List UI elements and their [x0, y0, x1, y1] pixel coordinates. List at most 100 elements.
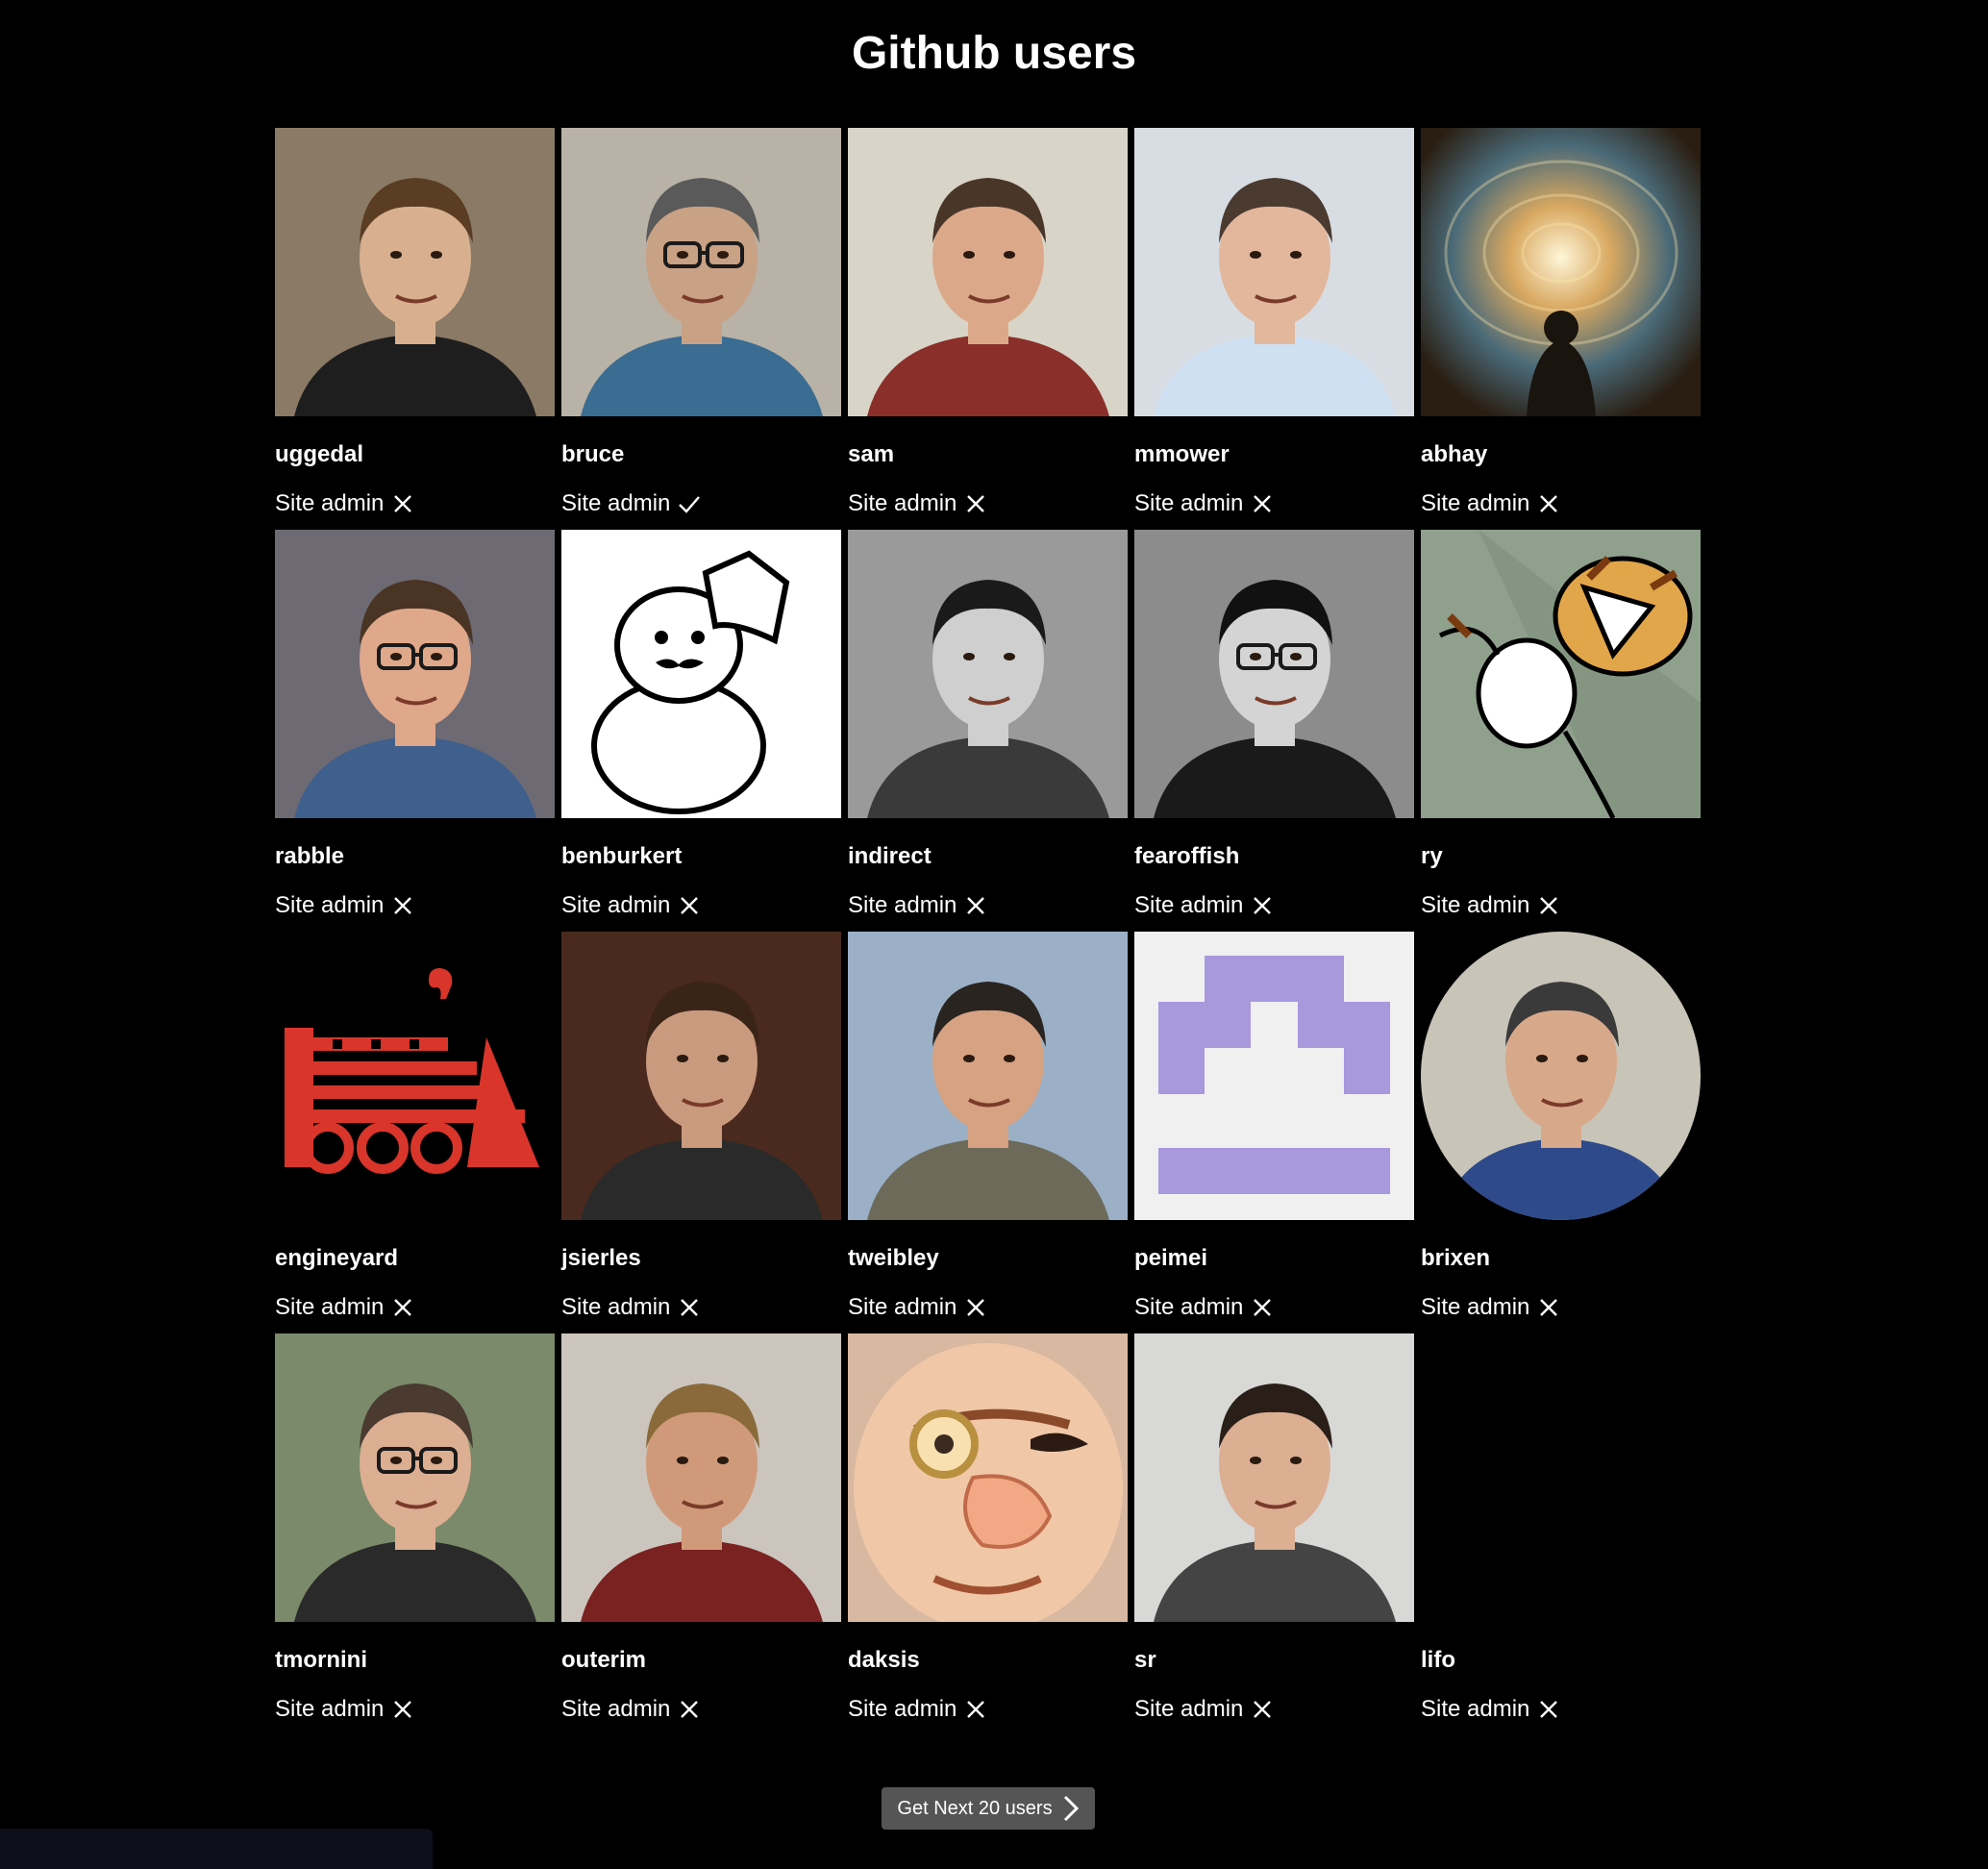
user-card: fearoffish Site admin — [1134, 530, 1414, 932]
user-avatar — [561, 1333, 841, 1622]
site-admin-status: Site admin — [275, 490, 414, 517]
user-login: jsierles — [561, 1245, 641, 1271]
site-admin-label: Site admin — [848, 892, 957, 918]
check-icon — [679, 496, 701, 513]
site-admin-label: Site admin — [1421, 892, 1530, 918]
site-admin-status: Site admin — [1134, 1294, 1274, 1321]
user-avatar — [1421, 1333, 1701, 1622]
site-admin-status: Site admin — [561, 1294, 701, 1321]
user-login: uggedal — [275, 441, 364, 467]
site-admin-status: Site admin — [1421, 1696, 1560, 1723]
user-avatar — [848, 530, 1128, 818]
site-admin-status: Site admin — [561, 490, 701, 517]
user-login: ry — [1421, 843, 1443, 869]
site-admin-label: Site admin — [561, 892, 671, 918]
user-avatar — [848, 1333, 1128, 1622]
site-admin-status: Site admin — [1134, 1696, 1274, 1723]
cross-icon — [681, 1701, 699, 1718]
user-avatar — [1134, 932, 1414, 1220]
next-page-label: Get Next 20 users — [897, 1797, 1053, 1819]
site-admin-label: Site admin — [1421, 1696, 1530, 1722]
user-avatar — [1134, 128, 1414, 416]
cross-icon — [1540, 1299, 1558, 1316]
user-avatar — [848, 932, 1128, 1220]
user-avatar — [1421, 530, 1701, 818]
user-card: peimei Site admin — [1134, 932, 1414, 1333]
site-admin-status: Site admin — [1134, 490, 1274, 517]
user-login: lifo — [1421, 1647, 1455, 1673]
user-card: daksis Site admin — [848, 1333, 1128, 1735]
site-admin-status: Site admin — [848, 490, 987, 517]
cross-icon — [1254, 897, 1272, 914]
user-login: daksis — [848, 1647, 920, 1673]
user-avatar — [1134, 530, 1414, 818]
user-avatar — [1421, 128, 1701, 416]
user-login: indirect — [848, 843, 932, 869]
site-admin-label: Site admin — [1134, 1696, 1244, 1722]
user-avatar — [1134, 1333, 1414, 1622]
site-admin-status: Site admin — [848, 1696, 987, 1723]
chevron-right-icon — [1063, 1795, 1079, 1822]
cross-icon — [967, 495, 985, 512]
user-login: mmower — [1134, 441, 1230, 467]
site-admin-status: Site admin — [1421, 490, 1560, 517]
site-admin-label: Site admin — [1421, 490, 1530, 516]
cross-icon — [394, 1299, 412, 1316]
user-grid: uggedal Site admin bruce Site admin sam Sit… — [275, 128, 1701, 1735]
site-admin-status: Site admin — [561, 1696, 701, 1723]
user-card: benburkert Site admin — [561, 530, 841, 932]
user-avatar — [561, 128, 841, 416]
site-admin-label: Site admin — [1134, 490, 1244, 516]
user-avatar — [275, 932, 555, 1220]
site-admin-status: Site admin — [1134, 892, 1274, 919]
user-login: sam — [848, 441, 895, 467]
site-admin-status: Site admin — [848, 892, 987, 919]
user-login: fearoffish — [1134, 843, 1240, 869]
user-card: mmower Site admin — [1134, 128, 1414, 530]
user-login: peimei — [1134, 1245, 1208, 1271]
page-title: Github users — [851, 28, 1137, 79]
user-card: engineyard Site admin — [275, 932, 555, 1333]
site-admin-status: Site admin — [561, 892, 701, 919]
user-card: tmornini Site admin — [275, 1333, 555, 1735]
user-login: outerim — [561, 1647, 647, 1673]
user-avatar — [1421, 932, 1701, 1220]
user-login: bruce — [561, 441, 625, 467]
site-admin-label: Site admin — [561, 490, 671, 516]
site-admin-status: Site admin — [275, 1294, 414, 1321]
cross-icon — [967, 1701, 985, 1718]
user-card: sr Site admin — [1134, 1333, 1414, 1735]
site-admin-status: Site admin — [1421, 1294, 1560, 1321]
user-login: sr — [1134, 1647, 1156, 1673]
cross-icon — [1254, 1701, 1272, 1718]
user-login: brixen — [1421, 1245, 1491, 1271]
user-login: tmornini — [275, 1647, 367, 1673]
user-card: outerim Site admin — [561, 1333, 841, 1735]
site-admin-label: Site admin — [561, 1294, 671, 1320]
user-login: benburkert — [561, 843, 683, 869]
site-admin-label: Site admin — [848, 1294, 957, 1320]
user-avatar — [848, 128, 1128, 416]
user-login: tweibley — [848, 1245, 939, 1271]
cross-icon — [681, 1299, 699, 1316]
site-admin-label: Site admin — [275, 1696, 385, 1722]
site-admin-label: Site admin — [848, 1696, 957, 1722]
cross-icon — [394, 1701, 412, 1718]
user-avatar — [275, 530, 555, 818]
site-admin-label: Site admin — [275, 892, 385, 918]
user-avatar — [275, 128, 555, 416]
cross-icon — [1254, 1299, 1272, 1316]
user-card: rabble Site admin — [275, 530, 555, 932]
user-card: uggedal Site admin — [275, 128, 555, 530]
site-admin-label: Site admin — [275, 490, 385, 516]
user-avatar — [275, 1333, 555, 1622]
next-page-button[interactable]: Get Next 20 users — [882, 1787, 1095, 1830]
user-card: bruce Site admin — [561, 128, 841, 530]
cross-icon — [967, 1299, 985, 1316]
user-avatar — [561, 530, 841, 818]
user-avatar — [561, 932, 841, 1220]
cross-icon — [1254, 495, 1272, 512]
cross-icon — [394, 495, 412, 512]
cross-icon — [1540, 1701, 1558, 1718]
site-admin-label: Site admin — [275, 1294, 385, 1320]
